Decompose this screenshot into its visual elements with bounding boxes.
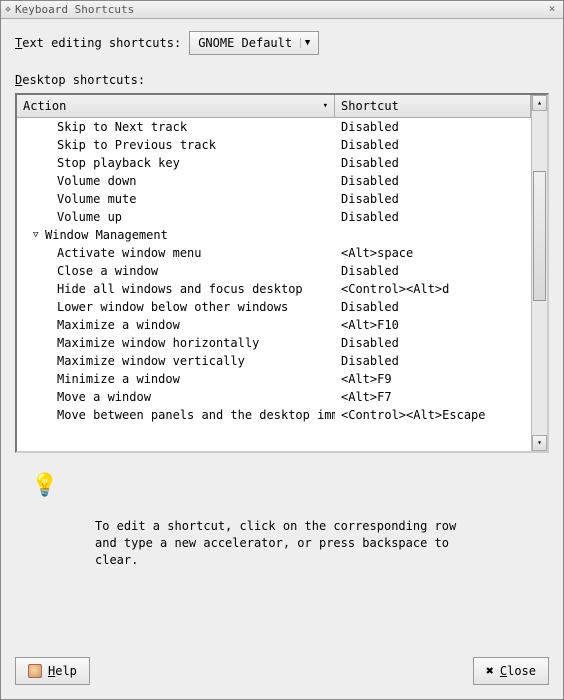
cell-shortcut: <Control><Alt>Escape: [335, 408, 531, 422]
content-area: Text editing shortcuts: GNOME Default ▼ …: [1, 19, 563, 647]
cell-action: Stop playback key: [17, 156, 335, 170]
cell-action: Move between panels and the desktop imme…: [17, 408, 335, 422]
scroll-track[interactable]: [532, 111, 547, 435]
cell-shortcut: Disabled: [335, 120, 531, 134]
cell-shortcut: [335, 228, 531, 242]
cell-shortcut: Disabled: [335, 192, 531, 206]
cell-shortcut: <Alt>F9: [335, 372, 531, 386]
text-editing-combo[interactable]: GNOME Default ▼: [189, 31, 319, 55]
cell-action: Skip to Previous track: [17, 138, 335, 152]
vertical-scrollbar[interactable]: ▴ ▾: [531, 95, 547, 451]
sort-indicator-icon: ▾: [323, 101, 328, 111]
tree-body: Skip to Next trackDisabledSkip to Previo…: [17, 118, 531, 424]
cell-shortcut: Disabled: [335, 336, 531, 350]
cell-shortcut: <Alt>F10: [335, 318, 531, 332]
combo-value: GNOME Default: [198, 36, 292, 50]
cell-action: ▽Window Management: [17, 228, 335, 242]
cell-shortcut: <Control><Alt>d: [335, 282, 531, 296]
cell-action: Close a window: [17, 264, 335, 278]
tree-row[interactable]: Skip to Previous trackDisabled: [17, 136, 531, 154]
tree-header: Action ▾ Shortcut: [17, 95, 531, 118]
cell-action: Volume down: [17, 174, 335, 188]
cell-action: Skip to Next track: [17, 120, 335, 134]
tree-main: Action ▾ Shortcut Skip to Next trackDisa…: [17, 95, 531, 451]
tree-row[interactable]: Maximize window verticallyDisabled: [17, 352, 531, 370]
column-header-action[interactable]: Action ▾: [17, 95, 335, 117]
cell-action: Activate window menu: [17, 246, 335, 260]
cell-action: Maximize window vertically: [17, 354, 335, 368]
cell-shortcut: Disabled: [335, 210, 531, 224]
cell-action: Volume up: [17, 210, 335, 224]
tree-row[interactable]: Move a window<Alt>F7: [17, 388, 531, 406]
tree-row[interactable]: Volume muteDisabled: [17, 190, 531, 208]
cell-shortcut: Disabled: [335, 264, 531, 278]
tree-row[interactable]: Volume downDisabled: [17, 172, 531, 190]
column-header-shortcut[interactable]: Shortcut: [335, 95, 531, 117]
cell-shortcut: Disabled: [335, 138, 531, 152]
cell-action: Maximize window horizontally: [17, 336, 335, 350]
cell-shortcut: Disabled: [335, 156, 531, 170]
cell-shortcut: Disabled: [335, 174, 531, 188]
lightbulb-icon: 💡: [31, 473, 539, 498]
keyboard-shortcuts-window: ❖ Keyboard Shortcuts × Text editing shor…: [0, 0, 564, 700]
close-button-label: Close: [500, 664, 536, 678]
scroll-down-button[interactable]: ▾: [532, 435, 547, 451]
text-editing-label: Text editing shortcuts:: [15, 36, 181, 50]
expander-icon[interactable]: ▽: [33, 230, 43, 240]
window-menu-icon[interactable]: ❖: [5, 4, 11, 15]
button-bar: Help ✖ Close: [1, 647, 563, 699]
tree-row[interactable]: Move between panels and the desktop imme…: [17, 406, 531, 424]
text-editing-row: Text editing shortcuts: GNOME Default ▼: [15, 31, 549, 55]
close-window-icon[interactable]: ×: [545, 3, 559, 17]
titlebar[interactable]: ❖ Keyboard Shortcuts ×: [1, 1, 563, 19]
tree-row[interactable]: Lower window below other windowsDisabled: [17, 298, 531, 316]
hint-area: 💡 To edit a shortcut, click on the corre…: [15, 467, 549, 578]
cell-action: Minimize a window: [17, 372, 335, 386]
tree-row[interactable]: Activate window menu<Alt>space: [17, 244, 531, 262]
scroll-up-button[interactable]: ▴: [532, 95, 547, 111]
window-title: Keyboard Shortcuts: [15, 3, 545, 16]
shortcuts-treeview: Action ▾ Shortcut Skip to Next trackDisa…: [15, 93, 549, 453]
cell-action: Move a window: [17, 390, 335, 404]
tree-row[interactable]: Hide all windows and focus desktop<Contr…: [17, 280, 531, 298]
cell-action: Volume mute: [17, 192, 335, 206]
cell-shortcut: Disabled: [335, 300, 531, 314]
tree-row[interactable]: Close a windowDisabled: [17, 262, 531, 280]
cell-action: Hide all windows and focus desktop: [17, 282, 335, 296]
cell-shortcut: <Alt>space: [335, 246, 531, 260]
chevron-down-icon: ▼: [300, 38, 314, 48]
tree-row[interactable]: Minimize a window<Alt>F9: [17, 370, 531, 388]
tree-row[interactable]: Stop playback keyDisabled: [17, 154, 531, 172]
desktop-shortcuts-label: Desktop shortcuts:: [15, 73, 549, 87]
tree-group-row[interactable]: ▽Window Management: [17, 226, 531, 244]
scroll-thumb[interactable]: [533, 171, 546, 301]
lifebuoy-icon: [28, 664, 42, 678]
cell-action: Lower window below other windows: [17, 300, 335, 314]
tree-row[interactable]: Maximize a window<Alt>F10: [17, 316, 531, 334]
cell-shortcut: <Alt>F7: [335, 390, 531, 404]
cell-action: Maximize a window: [17, 318, 335, 332]
cell-shortcut: Disabled: [335, 354, 531, 368]
help-button-label: Help: [48, 664, 77, 678]
close-button[interactable]: ✖ Close: [473, 657, 549, 685]
tree-row[interactable]: Skip to Next trackDisabled: [17, 118, 531, 136]
help-button[interactable]: Help: [15, 657, 90, 685]
close-icon: ✖: [486, 664, 494, 679]
tree-row[interactable]: Volume upDisabled: [17, 208, 531, 226]
hint-text: To edit a shortcut, click on the corresp…: [95, 518, 465, 568]
tree-row[interactable]: Maximize window horizontallyDisabled: [17, 334, 531, 352]
